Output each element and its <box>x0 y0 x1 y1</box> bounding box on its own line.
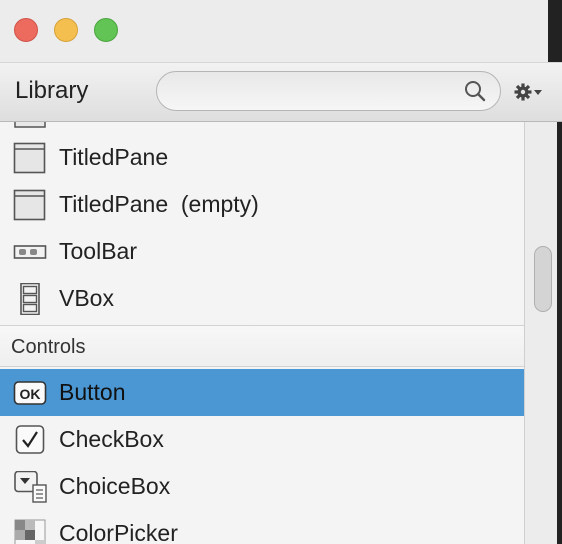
search-input[interactable] <box>156 71 501 111</box>
list-item-titledpane-empty[interactable]: TitledPane (empty) <box>0 181 524 228</box>
gear-icon[interactable] <box>513 81 543 103</box>
list-item-label: CheckBox <box>59 426 164 452</box>
search-icon[interactable] <box>463 79 487 103</box>
list-item-label: ColorPicker <box>59 520 178 544</box>
svg-text:OK: OK <box>20 386 41 402</box>
section-label: Controls <box>11 336 86 358</box>
minimize-button[interactable] <box>54 18 78 42</box>
list-item-label: VBox <box>59 285 114 311</box>
list-item-colorpicker[interactable]: ColorPicker <box>0 510 524 544</box>
list-item-choicebox[interactable]: ChoiceBox <box>0 463 524 510</box>
library-title: Library <box>15 77 89 104</box>
vertical-scrollbar[interactable] <box>524 122 562 544</box>
close-button[interactable] <box>14 18 38 42</box>
titledpane-icon <box>13 189 46 221</box>
list-item-label: ChoiceBox <box>59 473 171 499</box>
checkbox-icon <box>15 425 45 454</box>
section-header-controls[interactable]: Controls <box>0 325 524 367</box>
background-strip <box>548 0 562 62</box>
zoom-button[interactable] <box>94 18 118 42</box>
list-item-vbox[interactable]: VBox <box>0 275 524 322</box>
background-strip <box>557 122 562 544</box>
list-item-label: Button <box>59 379 126 405</box>
toolbar-icon <box>13 245 47 259</box>
library-list[interactable]: TitledPane TitledPane (empty) ToolBar VB… <box>0 122 524 544</box>
titledpane-icon <box>13 142 46 174</box>
scrollbar-thumb[interactable] <box>534 246 552 312</box>
vbox-icon <box>20 283 40 315</box>
title-bar <box>0 0 562 62</box>
list-item-toolbar[interactable]: ToolBar <box>0 228 524 275</box>
choicebox-icon <box>14 471 47 503</box>
list-item-checkbox[interactable]: CheckBox <box>0 416 524 463</box>
list-item-titledpane[interactable]: TitledPane <box>0 134 524 181</box>
colorpicker-icon <box>14 519 46 544</box>
library-toolbar: Library <box>0 62 562 122</box>
list-item-button[interactable]: OK Button <box>0 369 524 416</box>
list-item-label: ToolBar <box>59 238 137 264</box>
partial-item-icon <box>14 122 46 128</box>
list-item-label: TitledPane (empty) <box>59 191 259 217</box>
ok-button-icon: OK <box>13 381 47 405</box>
list-item-label: TitledPane <box>59 144 169 170</box>
